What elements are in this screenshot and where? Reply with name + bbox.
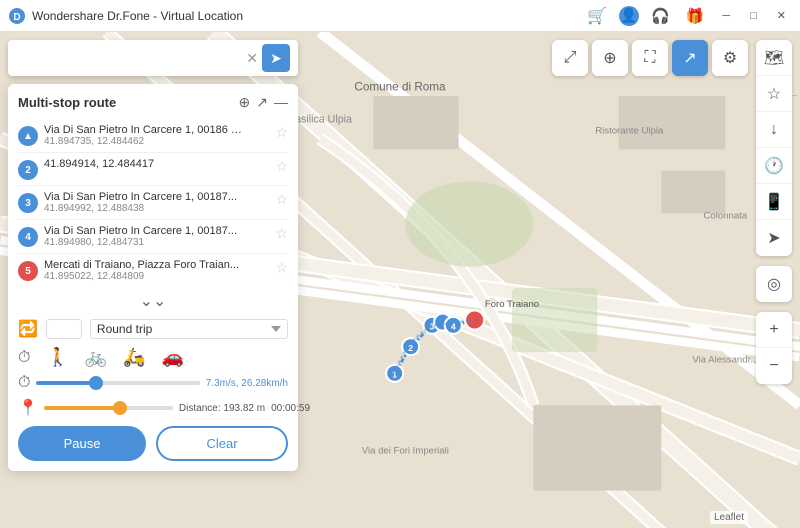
search-input[interactable]: Rome, Roma Capitale, Lazio, Italy [16,51,246,65]
svg-text:Foro Traiano: Foro Traiano [485,299,539,310]
main-area: 1 2 3 4 Comune di Roma Basilica Ulpia Ri… [0,32,800,528]
toolbar-group-main: 🗺 ☆ ↓ 🕐 📱 ➤ [756,40,792,256]
trip-type-select[interactable]: Round tripOne wayLoop [90,319,288,339]
export-route-icon[interactable]: ↗ [256,94,268,111]
maps-button[interactable]: 🗺 [756,40,792,76]
route-star-button[interactable]: ☆ [275,259,288,276]
distance-row: 📍 Distance: 193.82 m 00:00:59 [18,398,288,418]
close-button[interactable]: ✕ [771,7,792,24]
zoom-in-button[interactable]: + [756,312,792,348]
search-clear-button[interactable]: ✕ [246,50,258,67]
route-panel: Multi-stop route ⊕ ↗ — ▲Via Di San Pietr… [8,84,298,471]
speed-slider[interactable] [36,381,199,385]
search-go-button[interactable]: ➤ [262,44,290,72]
scooter-icon[interactable]: 🛵 [123,347,145,368]
route-star-button[interactable]: ☆ [275,225,288,242]
transport-row: ⏱ 🚶 🚲 🛵 🚗 [18,347,288,368]
route-item[interactable]: 241.894914, 12.484417☆ [18,153,288,186]
route-tool-button[interactable]: ↗ [672,40,708,76]
jump-tool-button[interactable]: ⛶ [632,40,668,76]
add-route-icon[interactable]: ⊕ [239,94,251,111]
cycling-icon[interactable]: 🚲 [85,347,107,368]
route-coords: 41.894980, 12.484731 [44,237,275,248]
svg-text:Ristorante Ulpia: Ristorante Ulpia [595,125,664,136]
route-list: ▲Via Di San Pietro In Carcere 1, 00186 R… [18,119,288,287]
minimize-button[interactable]: ─ [716,8,736,24]
route-address: 41.894914, 12.484417 [44,158,244,170]
route-address: Via Di San Pietro In Carcere 1, 00187... [44,225,244,237]
route-address: Via Di San Pietro In Carcere 1, 00187... [44,191,244,203]
searchbar: Rome, Roma Capitale, Lazio, Italy ✕ ➤ [8,40,298,76]
driving-icon[interactable]: 🚗 [162,347,184,368]
app-icon: D [8,7,26,25]
right-toolbar: 🗺 ☆ ↓ 🕐 📱 ➤ ◎ + − [756,40,792,520]
svg-text:Colonnata: Colonnata [703,211,747,222]
history-button[interactable]: 🕐 [756,148,792,184]
teleport-tool-button[interactable]: ⤢ [552,40,588,76]
route-item[interactable]: 3Via Di San Pietro In Carcere 1, 00187..… [18,186,288,220]
speed-gauge-icon: ⏱ [18,349,30,367]
clear-button[interactable]: Clear [156,426,288,461]
route-item[interactable]: 4Via Di San Pietro In Carcere 1, 00187..… [18,220,288,254]
compass-button[interactable]: ➤ [756,220,792,256]
settings-tool-button[interactable]: ⚙ [712,40,748,76]
leaflet-badge: Leaflet [710,511,748,524]
multistop-tool-button[interactable]: ⊕ [592,40,628,76]
route-item[interactable]: ▲Via Di San Pietro In Carcere 1, 00186 R… [18,119,288,153]
cart-icon[interactable]: 🛒 [583,4,611,28]
svg-text:Via Alessandr...: Via Alessandr... [692,355,758,366]
action-row: Pause Clear [18,426,288,461]
route-star-button[interactable]: ☆ [275,158,288,175]
route-address: Via Di San Pietro In Carcere 1, 00186 Ro… [44,124,244,136]
svg-text:D: D [13,12,20,23]
distance-label: Distance: 193.82 m [179,403,265,414]
route-address: Mercati di Traiano, Piazza Foro Traian..… [44,259,244,271]
app-title: Wondershare Dr.Fone - Virtual Location [32,9,583,23]
svg-text:Via dei Fori Imperiali: Via dei Fori Imperiali [362,445,449,456]
panel-header: Multi-stop route ⊕ ↗ — [18,94,288,111]
route-item[interactable]: 5Mercati di Traiano, Piazza Foro Traian.… [18,254,288,287]
toolbar-group-locate: ◎ [756,266,792,302]
toolbar-group-zoom: + − [756,312,792,384]
phone-button[interactable]: 📱 [756,184,792,220]
headset-icon[interactable]: 🎧 [647,5,674,27]
user-icon[interactable]: 👤 [619,6,639,26]
loop-count-input[interactable]: 3 [46,319,82,339]
distance-slider[interactable] [44,406,173,410]
route-coords: 41.894735, 12.484462 [44,136,275,147]
route-star-button[interactable]: ☆ [275,191,288,208]
map[interactable]: 1 2 3 4 Comune di Roma Basilica Ulpia Ri… [0,32,800,528]
download-button[interactable]: ↓ [756,112,792,148]
controls-row: 🔁 3 Round tripOne wayLoop [18,319,288,339]
speed-label: 7.3m/s, 26.28km/h [206,378,288,389]
route-coords: 41.895022, 12.484809 [44,271,275,282]
time-label: 00:00:59 [271,403,310,414]
collapse-icon[interactable]: — [274,94,288,111]
speedometer-icon: ⏱ [18,374,30,392]
pause-button[interactable]: Pause [18,426,146,461]
favorites-button[interactable]: ☆ [756,76,792,112]
panel-title: Multi-stop route [18,95,239,110]
map-tools: ⤢ ⊕ ⛶ ↗ ⚙ [552,40,748,76]
titlebar: D Wondershare Dr.Fone - Virtual Location… [0,0,800,32]
locate-button[interactable]: ◎ [756,266,792,302]
svg-text:Comune di Roma: Comune di Roma [354,81,446,94]
maximize-button[interactable]: □ [744,8,763,24]
zoom-out-button[interactable]: − [756,348,792,384]
loop-icon: 🔁 [18,319,38,339]
walking-icon[interactable]: 🚶 [46,347,68,368]
show-more-button[interactable]: ⌄⌄ [18,291,288,311]
distance-icon: 📍 [18,398,38,418]
speed-row: ⏱ 7.3m/s, 26.28km/h [18,374,288,392]
gift-icon[interactable]: 🎁 [682,5,709,27]
panel-actions: ⊕ ↗ — [239,94,288,111]
route-star-button[interactable]: ☆ [275,124,288,141]
route-coords: 41.894992, 12.488438 [44,203,275,214]
